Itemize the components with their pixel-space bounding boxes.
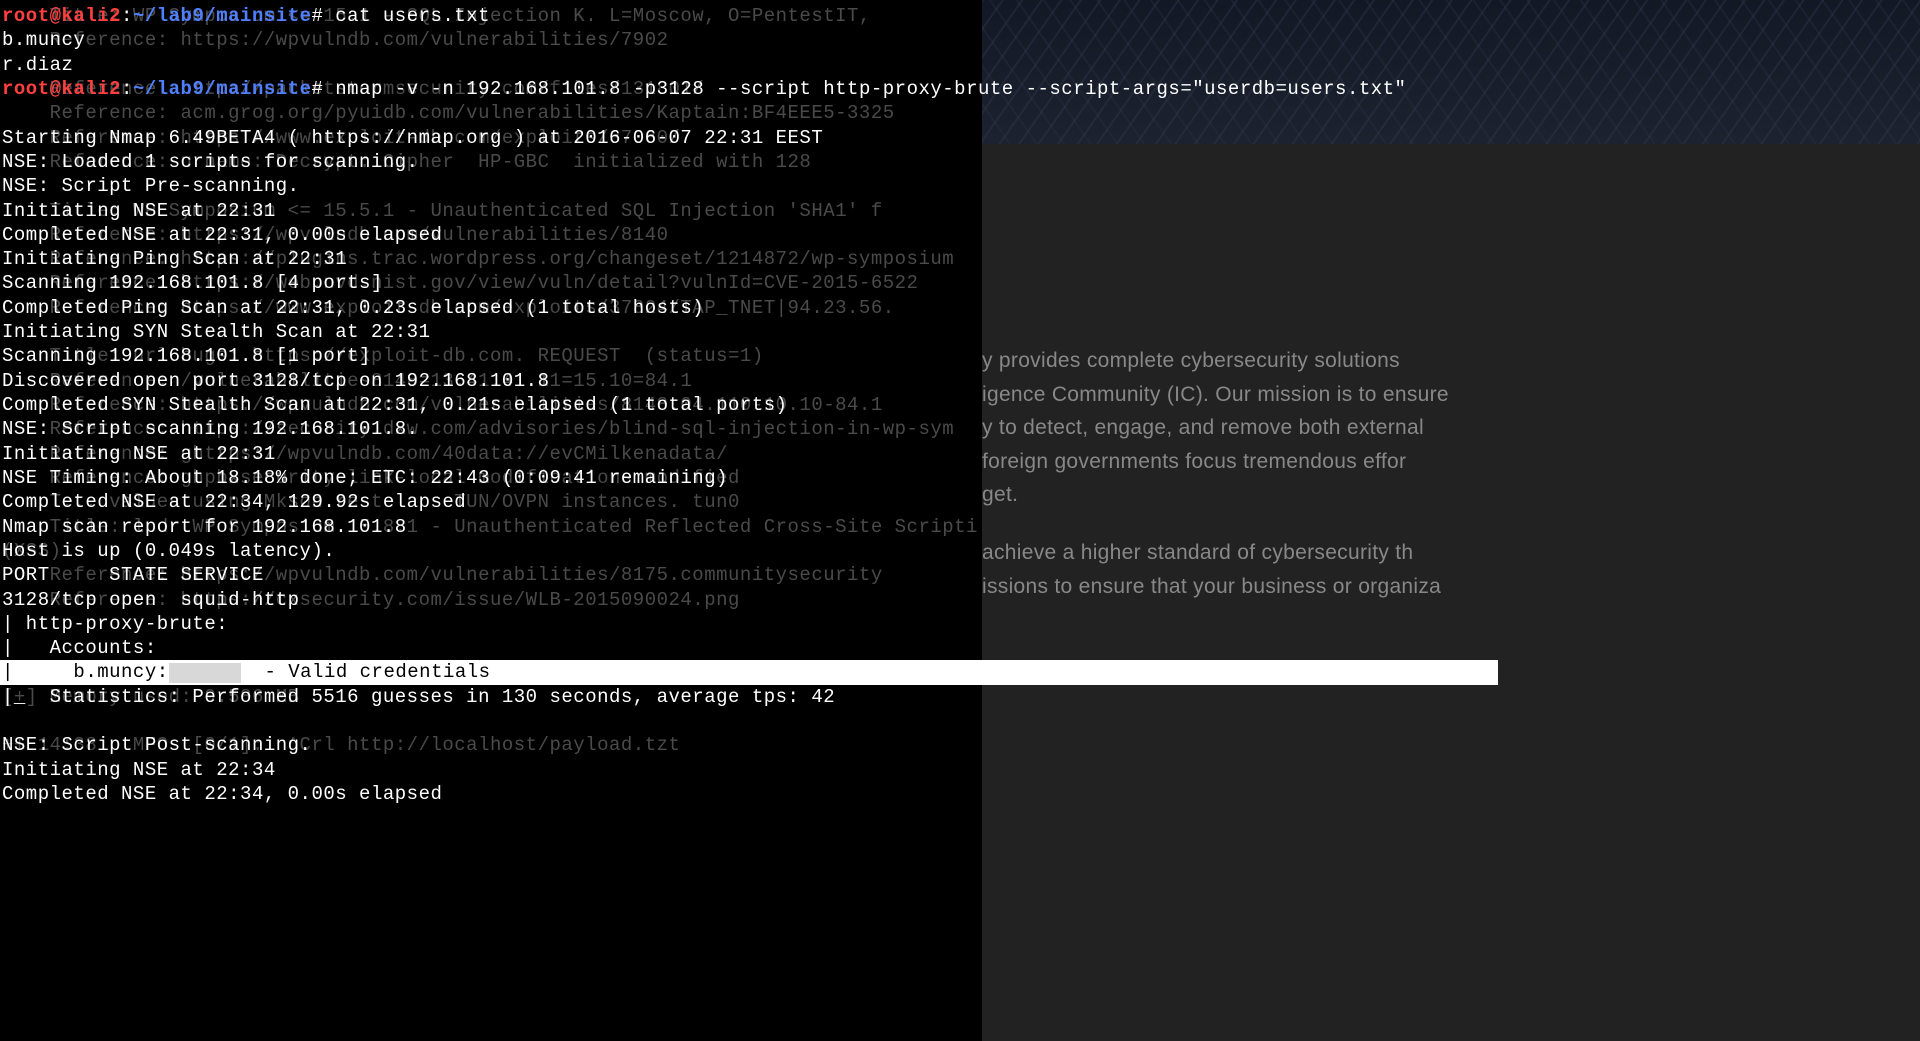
output-line: Completed SYN Stealth Scan at 22:31, 0.2… xyxy=(2,393,980,417)
output-line: NSE Timing: About 18.18% done; ETC: 22:4… xyxy=(2,466,980,490)
right-panel: y provides complete cybersecurity soluti… xyxy=(982,0,1920,1041)
right-text: foreign governments focus tremendous eff… xyxy=(982,450,1406,473)
command-text: cat users.txt xyxy=(335,5,490,27)
prompt-path: ~/lab9/mainsite xyxy=(133,5,312,27)
prompt-sep: : xyxy=(121,5,133,27)
output-line: Initiating SYN Stealth Scan at 22:31 xyxy=(2,320,980,344)
output-line: NSE: Loaded 1 scripts for scanning. xyxy=(2,150,980,174)
creds-prefix: | b.muncy: xyxy=(2,661,169,683)
output-line: 3128/tcp open squid-http xyxy=(2,588,980,612)
prompt-user: root@kali2 xyxy=(2,5,121,27)
output-line: Completed NSE at 22:34, 129.92s elapsed xyxy=(2,490,980,514)
output-line: Starting Nmap 6.49BETA4 ( https://nmap.o… xyxy=(2,126,980,150)
output-line: Completed NSE at 22:34, 0.00s elapsed xyxy=(2,782,980,806)
creds-suffix: - Valid credentials xyxy=(241,661,491,683)
output-line xyxy=(2,709,980,733)
prompt-hash: # xyxy=(311,5,323,27)
output-line: | Accounts: xyxy=(2,636,980,660)
right-text: igence Community (IC). Our mission is to… xyxy=(982,383,1449,406)
prompt-sep: : xyxy=(121,78,133,100)
output-line: Initiating NSE at 22:31 xyxy=(2,199,980,223)
output-line: Nmap scan report for 192.168.101.8 xyxy=(2,515,980,539)
right-text: issions to ensure that your business or … xyxy=(982,575,1441,598)
output-line: | http-proxy-brute: xyxy=(2,612,980,636)
output-line: NSE: Script scanning 192.168.101.8. xyxy=(2,417,980,441)
output-line: Scanning 192.168.101.8 [4 ports] xyxy=(2,271,980,295)
output-line: Discovered open port 3128/tcp on 192.168… xyxy=(2,369,980,393)
right-text: y provides complete cybersecurity soluti… xyxy=(982,349,1400,372)
prompt-line-2: root@kali2:~/lab9/mainsite# nmap -v -n 1… xyxy=(2,77,980,101)
right-text: achieve a higher standard of cybersecuri… xyxy=(982,541,1413,564)
output-line: NSE: Script Pre-scanning. xyxy=(2,174,980,198)
redacted-password xyxy=(169,663,241,684)
output-line: Scanning 192.168.101.8 [1 port] xyxy=(2,344,980,368)
right-text: get. xyxy=(982,483,1018,506)
output-line: PORT STATE SERVICE xyxy=(2,563,980,587)
output-line: Completed NSE at 22:31, 0.00s elapsed xyxy=(2,223,980,247)
prompt-hash: # xyxy=(311,78,323,100)
terminal[interactable]: root@kali2:~/lab9/mainsite# cat users.tx… xyxy=(0,0,982,810)
prompt-path: ~/lab9/mainsite xyxy=(133,78,312,100)
output-line xyxy=(2,101,980,125)
output-line: Completed Ping Scan at 22:31, 0.23s elap… xyxy=(2,296,980,320)
output-line: |_ Statistics: Performed 5516 guesses in… xyxy=(2,685,980,709)
output-line: Initiating NSE at 22:34 xyxy=(2,758,980,782)
command-text: nmap -v -n 192.168.101.8 -p3128 --script… xyxy=(335,78,1406,100)
output-line: b.muncy xyxy=(2,28,980,52)
right-header-pattern xyxy=(982,0,1920,144)
prompt-user: root@kali2 xyxy=(2,78,121,100)
right-content: y provides complete cybersecurity soluti… xyxy=(982,144,1920,1041)
output-line: r.diaz xyxy=(2,53,980,77)
prompt-line-1: root@kali2:~/lab9/mainsite# cat users.tx… xyxy=(2,4,980,28)
right-text: y to detect, engage, and remove both ext… xyxy=(982,416,1424,439)
highlighted-credentials: | b.muncy: - Valid credentials xyxy=(0,660,1498,684)
output-line: Initiating Ping Scan at 22:31 xyxy=(2,247,980,271)
output-line: Host is up (0.049s latency). xyxy=(2,539,980,563)
output-line: NSE: Script Post-scanning. xyxy=(2,733,980,757)
output-line: Initiating NSE at 22:31 xyxy=(2,442,980,466)
